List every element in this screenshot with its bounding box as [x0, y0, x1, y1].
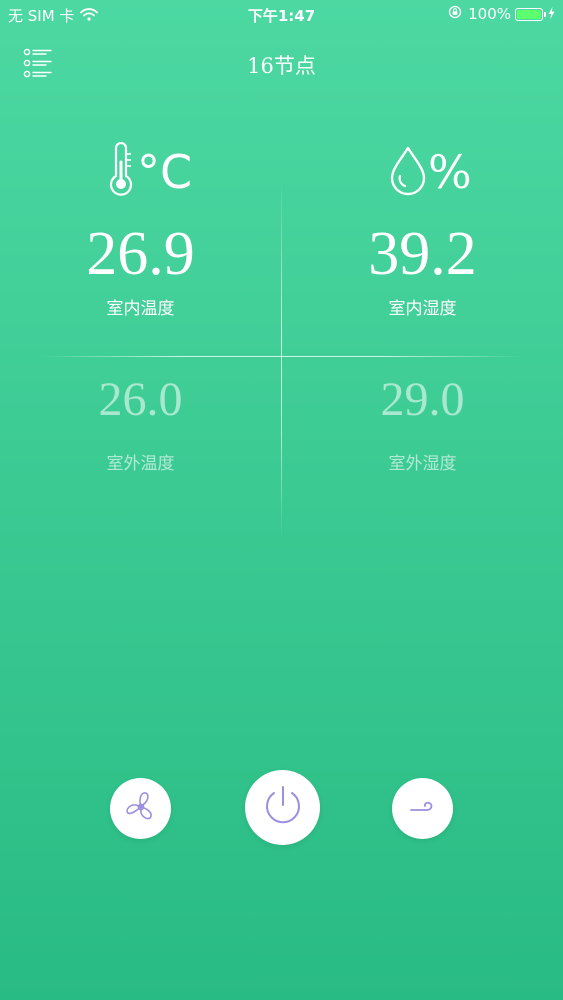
nav-bar: 16节点 [0, 38, 563, 88]
status-right: 100% [448, 5, 555, 23]
temperature-unit: °C [137, 145, 193, 199]
fan-icon [123, 789, 159, 829]
indoor-temperature-value: 26.9 [86, 220, 195, 288]
outdoor-temperature-value: 26.0 [98, 373, 183, 426]
battery-percent: 100% [468, 5, 511, 23]
indoor-humidity-label: 室内湿度 [388, 299, 457, 319]
status-bar: 无 SIM 卡 下午1:47 100% [0, 0, 563, 30]
outdoor-humidity-label: 室外湿度 [388, 454, 457, 474]
page-title: 16节点 [247, 54, 316, 78]
temperature-unit-header: °C [105, 141, 193, 202]
indoor-temperature-label: 室内温度 [106, 299, 175, 319]
humidity-unit-header: % [388, 142, 472, 202]
thermometer-icon [105, 141, 137, 202]
fan-button[interactable] [110, 778, 171, 839]
wind-icon [408, 797, 438, 821]
outdoor-humidity-value: 29.0 [380, 373, 465, 426]
battery-fill [517, 9, 541, 19]
power-button[interactable] [245, 770, 320, 845]
charging-bolt-icon [548, 6, 555, 22]
horizontal-divider [40, 356, 523, 357]
outdoor-temperature-label: 室外温度 [106, 454, 175, 474]
power-icon [260, 783, 306, 833]
humidity-unit: % [428, 145, 472, 199]
water-drop-icon [388, 142, 428, 202]
battery-icon [515, 7, 546, 21]
app-screen: 无 SIM 卡 下午1:47 100% 16节点 °C % 26.9 室内温度 … [0, 0, 563, 1000]
rotation-lock-icon [448, 5, 462, 23]
swing-button[interactable] [392, 778, 453, 839]
indoor-humidity-value: 39.2 [368, 220, 477, 288]
